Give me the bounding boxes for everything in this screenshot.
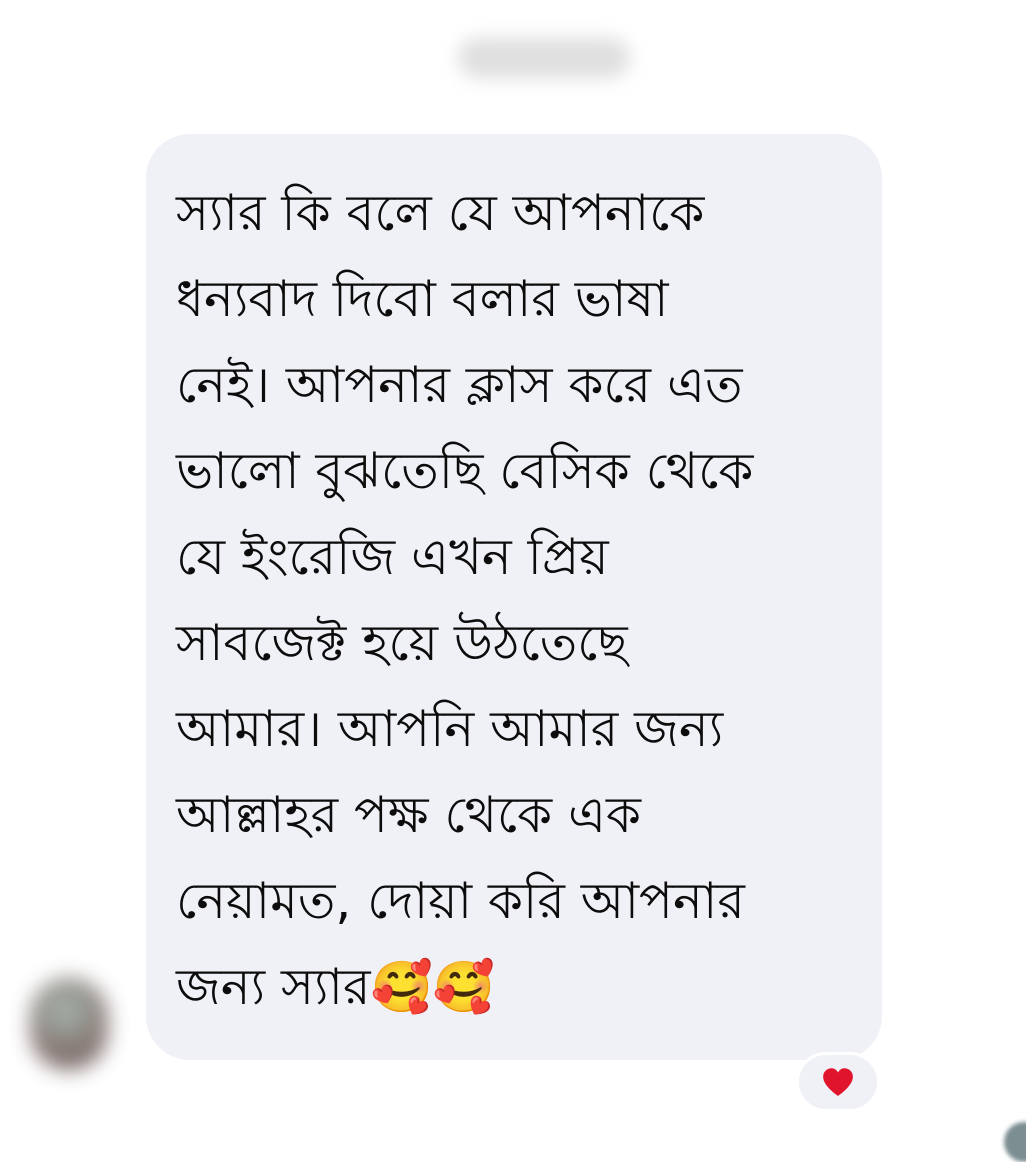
message-line-6: সাবজেক্ট হয়ে উঠতেছে: [176, 614, 628, 672]
heart-icon: [823, 1068, 853, 1096]
reaction-badge[interactable]: [796, 1052, 880, 1112]
message-line-10: জন্য স্যার🥰🥰: [176, 958, 496, 1016]
sender-name-blurred: [458, 38, 630, 78]
message-line-9: নেয়ামত, দোয়া করি আপনার: [176, 872, 745, 930]
message-line-2: ধন্যবাদ দিবো বলার ভাষা: [176, 270, 669, 328]
corner-avatar-fragment: [1004, 1122, 1026, 1162]
avatar[interactable]: [30, 978, 108, 1070]
message-line-8: আল্লাহর পক্ষ থেকে এক: [176, 786, 642, 844]
message-line-5: যে ইংরেজি এখন প্রিয়: [176, 528, 609, 586]
message-line-7: আমার। আপনি আমার জন্য: [176, 700, 724, 758]
message-line-1: স্যার কি বলে যে আপনাকে: [176, 184, 705, 242]
message-bubble[interactable]: স্যার কি বলে যে আপনাকে ধন্যবাদ দিবো বলার…: [146, 134, 882, 1060]
message-line-4: ভালো বুঝতেছি বেসিক থেকে: [176, 442, 754, 500]
message-line-3: নেই। আপনার ক্লাস করে এত: [176, 356, 743, 414]
